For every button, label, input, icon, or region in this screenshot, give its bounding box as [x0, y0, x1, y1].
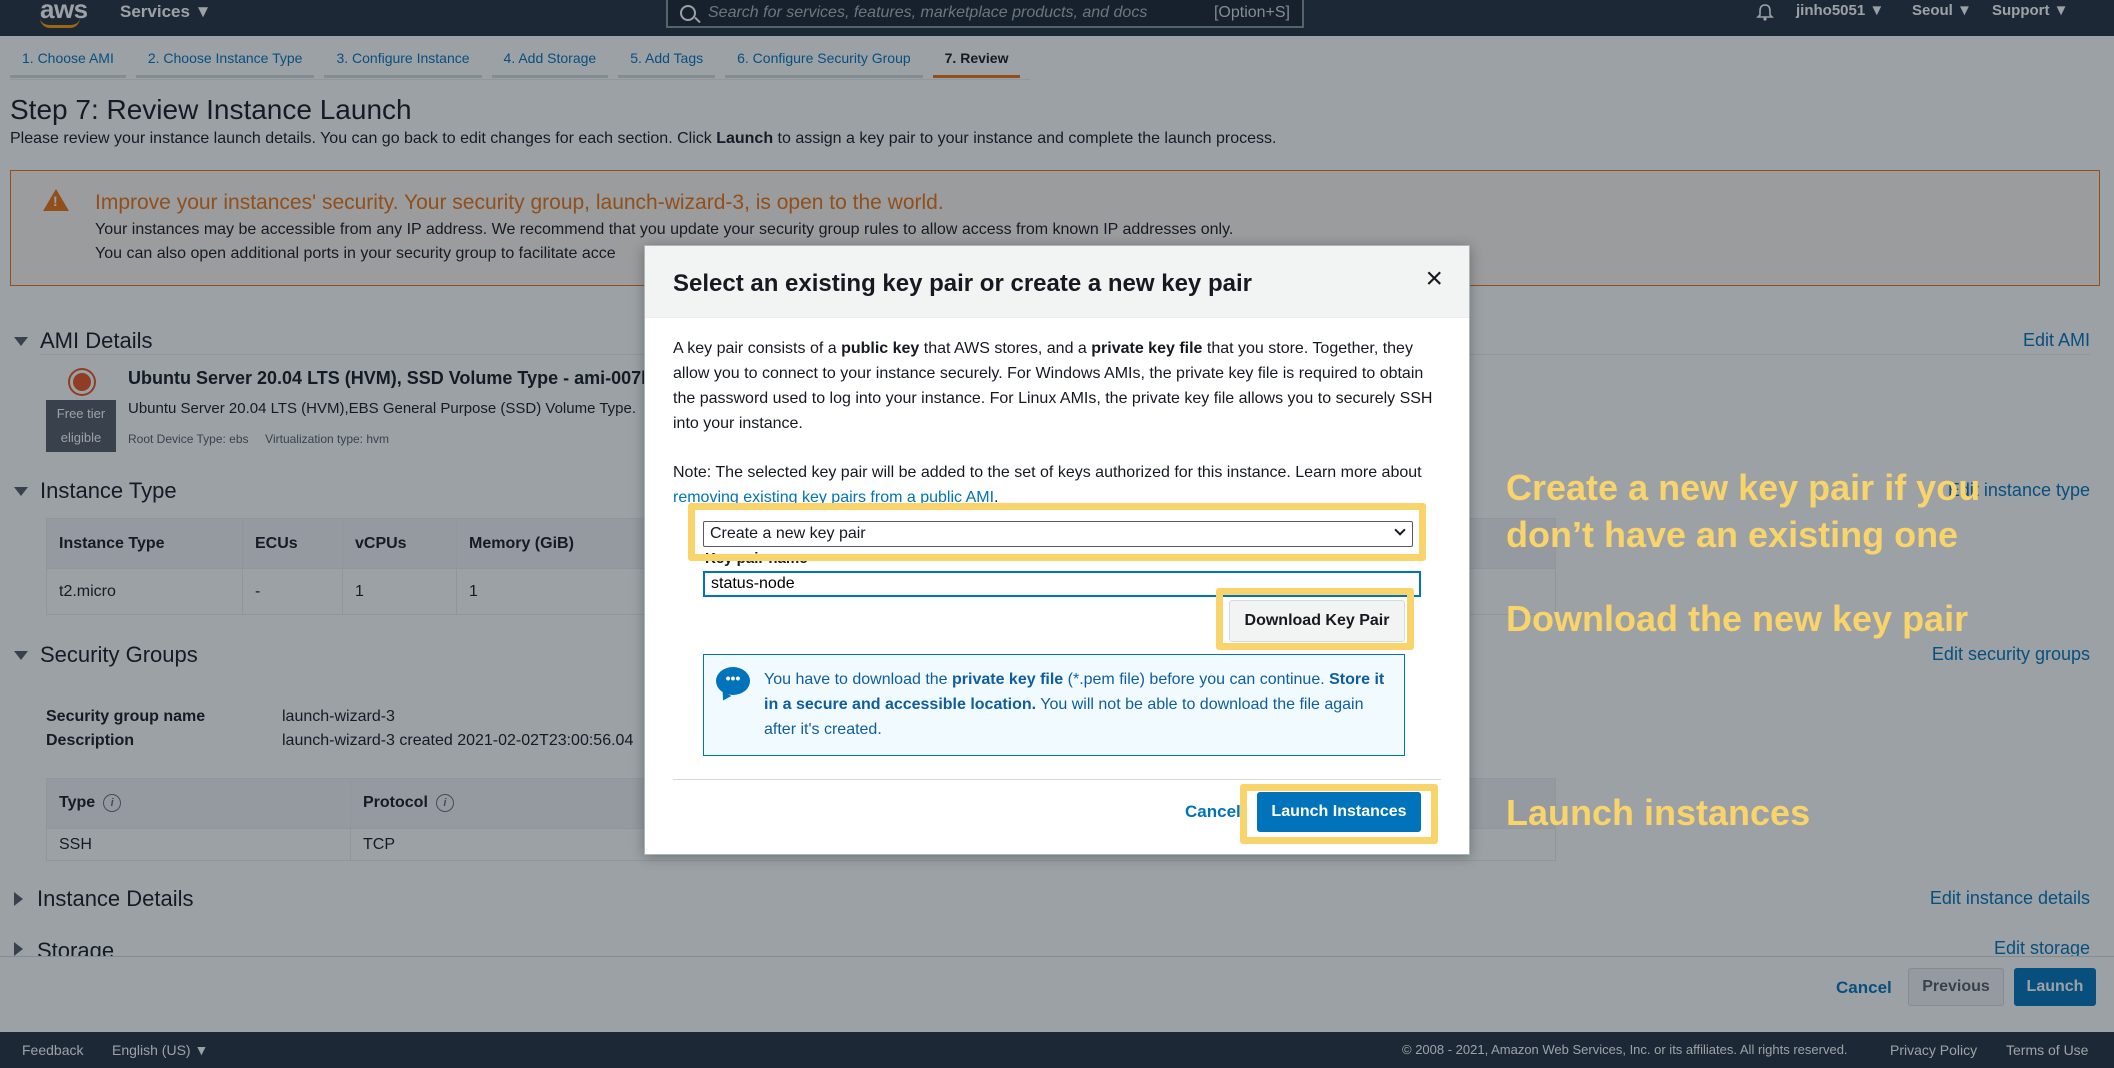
highlight-download-box	[1216, 588, 1414, 650]
download-notice: ••• You have to download the private key…	[703, 654, 1405, 756]
modal-title: Select an existing key pair or create a …	[673, 270, 1252, 297]
highlight-launch-box	[1240, 784, 1438, 844]
text: that AWS stores, and a	[919, 340, 1092, 357]
annotation-download: Download the new key pair	[1506, 598, 1969, 639]
key-pair-explanation: A key pair consists of a public key that…	[673, 336, 1443, 436]
text: You have to download the	[764, 671, 953, 688]
modal-header: Select an existing key pair or create a …	[645, 246, 1469, 318]
annotation-launch: Launch instances	[1506, 792, 1811, 833]
modal-cancel-link[interactable]: Cancel	[1185, 802, 1241, 822]
text: A key pair consists of a	[673, 340, 842, 357]
notice-text: You have to download the private key fil…	[764, 667, 1394, 742]
text: Note: The selected key pair will be adde…	[673, 464, 1422, 481]
annotation-create-line-2: don’t have an existing one	[1506, 514, 1959, 555]
chat-bubble-icon: •••	[716, 667, 750, 695]
annotation-create-line-1: Create a new key pair if you	[1506, 467, 1981, 508]
text: (*.pem file) before you can continue.	[1063, 671, 1330, 688]
text-bold: private key file	[1091, 340, 1203, 357]
close-icon[interactable]: ×	[1425, 264, 1443, 294]
text-bold: private key file	[952, 671, 1064, 688]
highlight-select-box	[688, 503, 1426, 561]
divider	[673, 779, 1441, 780]
text-bold: public key	[841, 340, 920, 357]
